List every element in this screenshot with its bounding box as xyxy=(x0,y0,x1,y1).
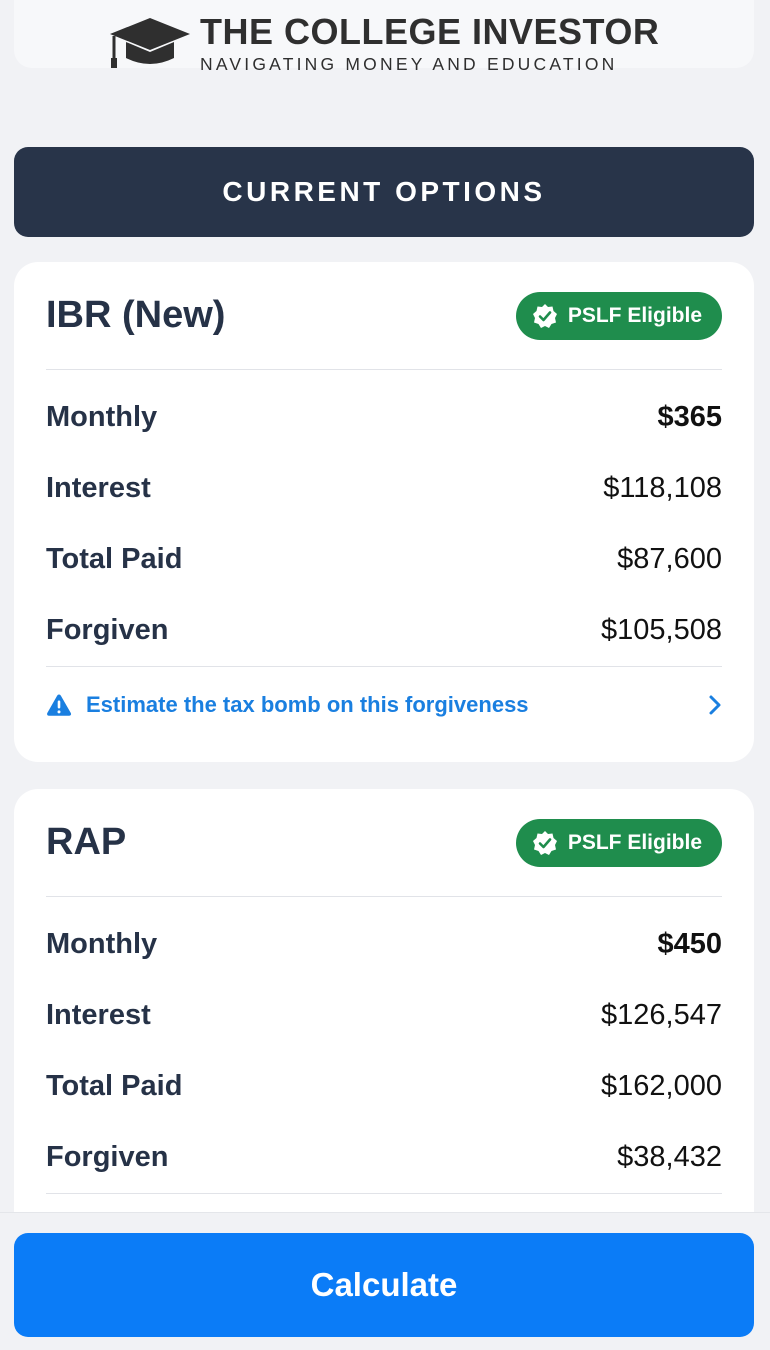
graduation-cap-icon xyxy=(110,18,190,68)
plan-stats: Monthly $365 Interest $118,108 Total Pai… xyxy=(46,370,722,666)
plan-header: IBR (New) PSLF Eligible xyxy=(46,262,722,370)
stat-label: Interest xyxy=(46,472,151,504)
stat-value: $118,108 xyxy=(603,472,722,504)
bottom-action-bar: Calculate xyxy=(0,1212,770,1350)
chevron-right-icon xyxy=(709,695,721,715)
pslf-eligible-badge: PSLF Eligible xyxy=(515,818,722,867)
calculate-button-label: Calculate xyxy=(310,1266,458,1303)
stat-label: Monthly xyxy=(46,928,158,960)
divider xyxy=(46,1193,722,1194)
stat-value: $126,547 xyxy=(601,999,722,1031)
plan-card-ibr: IBR (New) PSLF Eligible Monthly $365 Int… xyxy=(14,262,754,762)
stat-row-forgiven: Forgiven $38,432 xyxy=(46,1122,722,1193)
plan-name: RAP xyxy=(46,821,127,863)
brand-logo[interactable]: THE COLLEGE INVESTOR NAVIGATING MONEY AN… xyxy=(108,11,660,74)
brand-tagline: NAVIGATING MONEY AND EDUCATION xyxy=(200,54,618,74)
tax-bomb-link-text: Estimate the tax bomb on this forgivenes… xyxy=(86,692,529,717)
verified-check-icon xyxy=(532,830,557,855)
verified-check-icon xyxy=(532,303,557,328)
brand-title: THE COLLEGE INVESTOR xyxy=(200,11,660,52)
stat-label: Forgiven xyxy=(46,1141,169,1173)
plan-header: RAP PSLF Eligible xyxy=(46,789,722,897)
pslf-eligible-badge: PSLF Eligible xyxy=(515,291,722,340)
warning-triangle-icon xyxy=(47,694,72,716)
stat-row-forgiven: Forgiven $105,508 xyxy=(46,595,722,666)
stat-row-interest: Interest $118,108 xyxy=(46,453,722,524)
calculate-button[interactable]: Calculate xyxy=(14,1233,754,1337)
stat-label: Forgiven xyxy=(46,614,169,646)
stat-value: $450 xyxy=(657,928,722,960)
badge-label: PSLF Eligible xyxy=(567,303,702,327)
stat-value: $365 xyxy=(657,401,722,433)
stat-row-total-paid: Total Paid $162,000 xyxy=(46,1051,722,1122)
stat-row-interest: Interest $126,547 xyxy=(46,980,722,1051)
stat-row-monthly: Monthly $365 xyxy=(46,382,722,453)
stat-value: $87,600 xyxy=(617,543,722,575)
current-options-banner: CURRENT OPTIONS xyxy=(14,147,754,237)
tax-bomb-link[interactable]: Estimate the tax bomb on this forgivenes… xyxy=(46,667,722,743)
stat-label: Total Paid xyxy=(46,543,183,575)
stat-row-monthly: Monthly $450 xyxy=(46,909,722,980)
stat-value: $105,508 xyxy=(601,614,722,646)
plan-name: IBR (New) xyxy=(46,294,226,336)
stat-label: Interest xyxy=(46,999,151,1031)
section-title: CURRENT OPTIONS xyxy=(222,176,546,207)
stat-row-total-paid: Total Paid $87,600 xyxy=(46,524,722,595)
stat-label: Total Paid xyxy=(46,1070,183,1102)
stat-value: $38,432 xyxy=(617,1141,722,1173)
stat-label: Monthly xyxy=(46,401,158,433)
stat-value: $162,000 xyxy=(601,1070,722,1102)
plan-stats: Monthly $450 Interest $126,547 Total Pai… xyxy=(46,897,722,1193)
badge-label: PSLF Eligible xyxy=(567,830,702,854)
